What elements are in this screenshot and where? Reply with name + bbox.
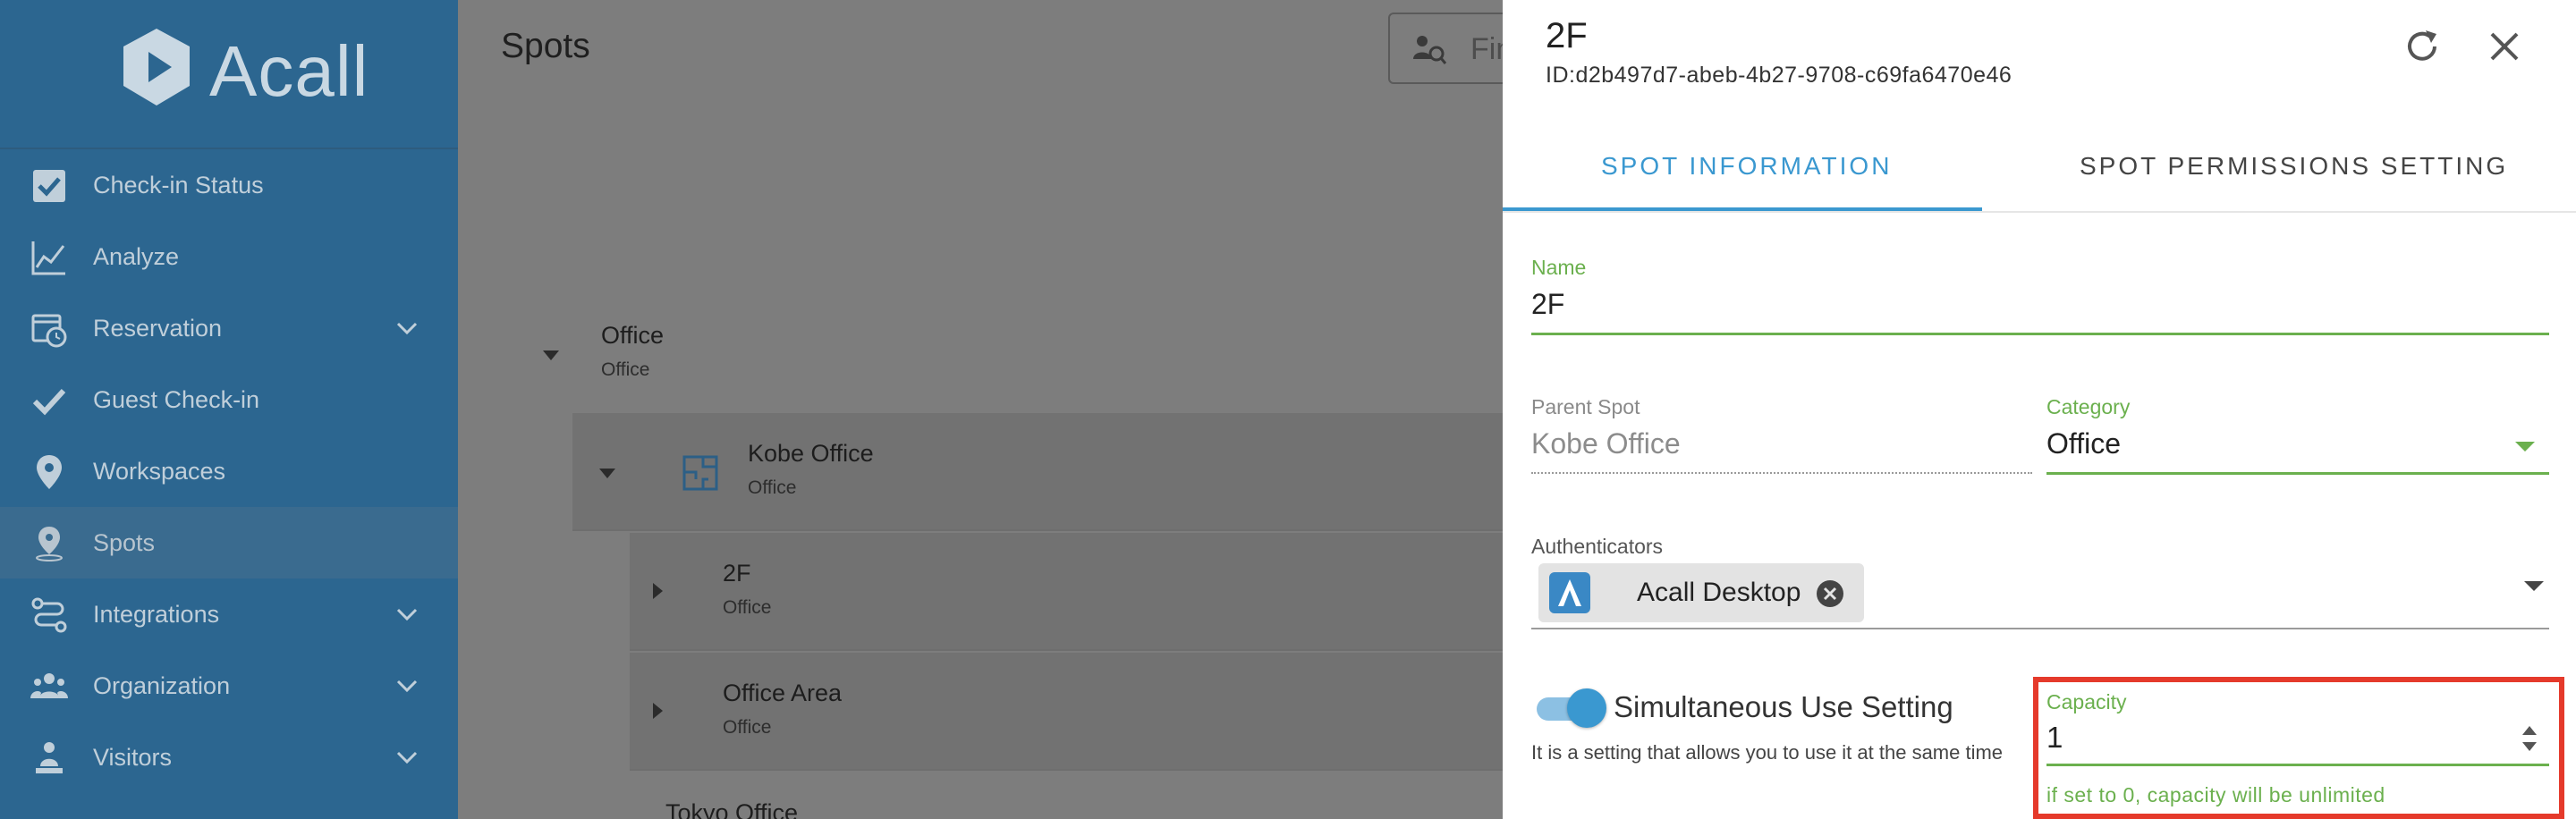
capacity-label: Capacity	[2046, 690, 2127, 713]
category-dropdown-arrow-icon[interactable]	[2515, 442, 2535, 452]
sidebar-item-workspaces[interactable]: Workspaces	[0, 435, 458, 507]
chip-remove-icon[interactable]	[1816, 579, 1844, 608]
close-icon[interactable]	[2487, 29, 2522, 64]
sidebar-item-check-in-status[interactable]: Check-in Status	[0, 149, 458, 221]
category-select[interactable]: Office	[2046, 427, 2121, 460]
page-title: Spots	[501, 27, 590, 65]
tree-item-type: Office	[601, 359, 650, 380]
tree-item-type: Office	[748, 477, 797, 498]
spots-main-area: Spots Fin Office Office Kobe Office Offi…	[458, 0, 1567, 819]
tree-row-tokyo-office[interactable]: Tokyo Office	[630, 773, 1503, 819]
sidebar-item-label: Guest Check-in	[93, 385, 260, 413]
refresh-icon[interactable]	[2401, 25, 2444, 68]
spot-id: ID:d2b497d7-abeb-4b27-9708-c69fa6470e46	[1546, 63, 2012, 88]
tree-item-name: 2F	[723, 560, 751, 587]
authenticators-underline	[1531, 628, 2549, 629]
tree-item-name: Tokyo Office	[665, 799, 799, 819]
category-underline	[2046, 472, 2549, 475]
tab-spot-permissions-setting[interactable]: SPOT PERMISSIONS SETTING	[2080, 152, 2508, 181]
simultaneous-use-description: It is a setting that allows you to use i…	[1531, 741, 2004, 764]
parent-spot-underline	[1531, 472, 2032, 474]
parent-spot-label: Parent Spot	[1531, 395, 1640, 418]
tree-item-name: Office Area	[723, 680, 843, 706]
panel-title: 2F	[1546, 16, 1588, 55]
floor-plan-icon	[682, 455, 718, 491]
tab-spot-information[interactable]: SPOT INFORMATION	[1601, 152, 1892, 181]
chevron-down-icon[interactable]	[394, 604, 420, 625]
tree-row-office-area[interactable]: Office Area Office	[630, 653, 1503, 771]
sidebar-item-guest-check-in[interactable]: Guest Check-in	[0, 364, 458, 435]
toggle-knob	[1567, 688, 1606, 728]
caret-down-icon[interactable]	[599, 469, 615, 478]
sidebar: Acall Check-in Status Analyze Reservatio…	[0, 0, 458, 819]
chevron-down-icon[interactable]	[394, 747, 420, 768]
acall-logo-icon	[123, 29, 190, 106]
simultaneous-use-label: Simultaneous Use Setting	[1614, 690, 1953, 723]
chevron-down-icon[interactable]	[394, 317, 420, 339]
name-label: Name	[1531, 256, 1587, 279]
sidebar-item-visitors[interactable]: Visitors	[0, 722, 458, 793]
chip-label: Acall Desktop	[1637, 578, 1801, 607]
spot-detail-panel: 2F ID:d2b497d7-abeb-4b27-9708-c69fa6470e…	[1503, 0, 2576, 819]
chart-line-icon	[31, 241, 65, 275]
acall-logo[interactable]: Acall	[116, 27, 385, 113]
tree-item-name: Office	[601, 322, 665, 349]
capacity-helper-text: if set to 0, capacity will be unlimited	[2046, 783, 2385, 806]
caret-right-icon[interactable]	[653, 583, 663, 599]
caret-down-icon[interactable]	[543, 350, 559, 360]
tree-item-type: Office	[723, 717, 772, 738]
checkmark-icon	[32, 388, 66, 416]
sidebar-item-label: Organization	[93, 671, 231, 699]
sidebar-item-integrations[interactable]: Integrations	[0, 578, 458, 650]
tab-divider	[1503, 211, 2576, 213]
tree-item-name: Kobe Office	[748, 440, 874, 467]
tree-row-office[interactable]: Office Office	[458, 295, 1503, 413]
tree-item-type: Office	[723, 597, 772, 618]
sidebar-item-organization[interactable]: Organization	[0, 650, 458, 722]
tree-row-kobe-office[interactable]: Kobe Office Office	[572, 413, 1503, 531]
sidebar-item-analyze[interactable]: Analyze	[0, 221, 458, 292]
number-stepper-icon[interactable]	[2519, 721, 2540, 756]
sidebar-item-label: Reservation	[93, 314, 223, 342]
checkbox-icon	[33, 170, 65, 202]
category-label: Category	[2046, 395, 2131, 418]
integrations-icon	[31, 597, 67, 633]
sidebar-item-label: Analyze	[93, 242, 180, 270]
sidebar-item-label: Visitors	[93, 743, 173, 771]
people-icon	[30, 673, 68, 698]
acall-desktop-icon	[1549, 572, 1590, 613]
name-field[interactable]: 2F	[1531, 288, 1564, 321]
simultaneous-use-toggle[interactable]	[1535, 688, 1606, 728]
tree-row-2f[interactable]: 2F Office	[630, 533, 1503, 651]
chevron-down-icon[interactable]	[394, 675, 420, 697]
capacity-input[interactable]: 1	[2046, 721, 2063, 755]
authenticator-chip[interactable]: Acall Desktop	[1538, 563, 1864, 622]
calendar-clock-icon	[31, 314, 67, 348]
sidebar-item-label: Workspaces	[93, 457, 226, 485]
name-field-underline	[1531, 333, 2549, 335]
sidebar-item-spots[interactable]: Spots	[0, 507, 458, 578]
parent-spot-field: Kobe Office	[1531, 427, 1681, 460]
caret-right-icon[interactable]	[653, 703, 663, 719]
sidebar-item-label: Integrations	[93, 600, 220, 628]
sidebar-item-label: Spots	[93, 528, 156, 556]
authenticators-label: Authenticators	[1531, 535, 1664, 558]
map-pin-icon	[37, 455, 62, 489]
visitor-icon	[36, 742, 63, 773]
search-person-icon	[1413, 36, 1447, 64]
logo-text: Acall	[209, 31, 369, 111]
location-pin-icon	[36, 527, 63, 561]
authenticators-dropdown-arrow-icon[interactable]	[2524, 581, 2544, 591]
capacity-underline	[2046, 764, 2549, 766]
sidebar-item-label: Check-in Status	[93, 171, 264, 198]
sidebar-item-reservation[interactable]: Reservation	[0, 292, 458, 364]
